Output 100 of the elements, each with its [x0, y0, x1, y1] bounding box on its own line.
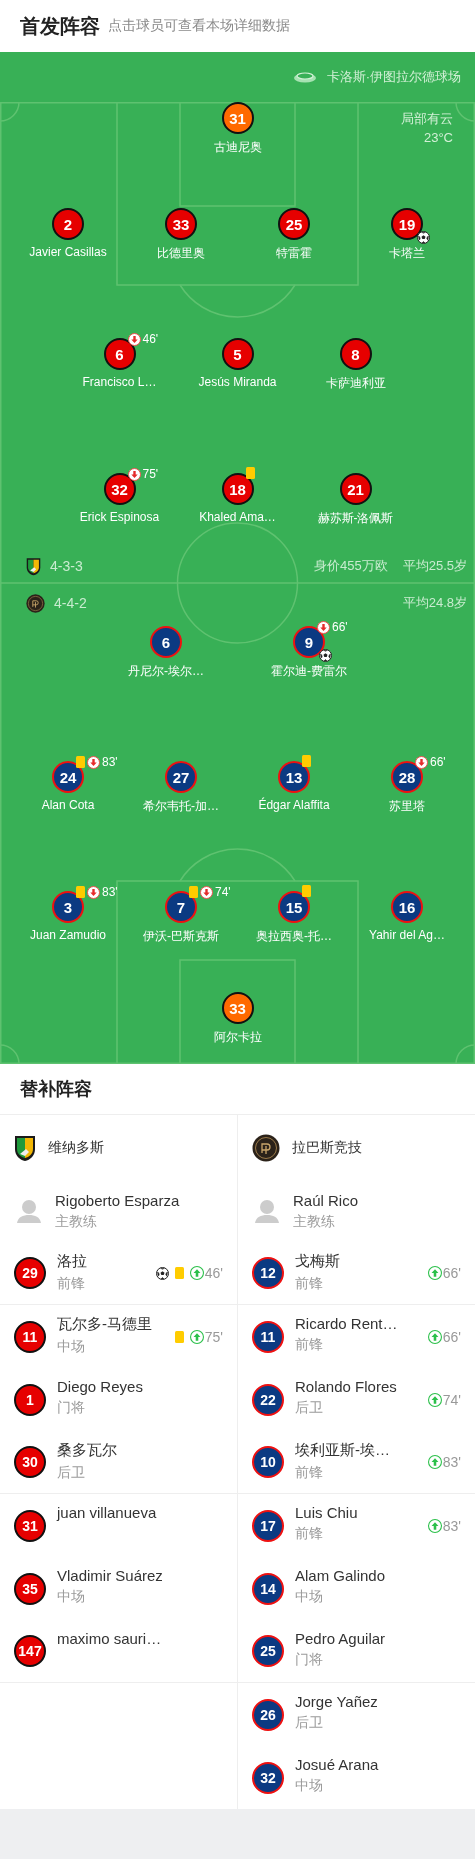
player-number[interactable]: 14 [252, 1572, 284, 1605]
player-name[interactable]: Josué Arana [295, 1756, 379, 1773]
player-number[interactable]: 9 [293, 626, 325, 658]
weather-condition: 局部有云 [401, 110, 453, 128]
substitution-minute: 66' [442, 1265, 461, 1281]
player-name[interactable]: Jesús Miranda [198, 375, 277, 389]
player-number[interactable]: 147 [14, 1635, 46, 1667]
player-number[interactable]: 7 [165, 891, 197, 923]
player-number[interactable]: 11 [252, 1320, 284, 1353]
player-number[interactable]: 29 [14, 1257, 46, 1289]
player-number[interactable]: 26 [252, 1698, 284, 1731]
player-name[interactable]: 希尔韦托-加… [143, 798, 219, 815]
player-name[interactable]: 丹尼尔-埃尔… [128, 663, 204, 680]
player-number[interactable]: 33 [165, 208, 197, 240]
player-number[interactable]: 28 [391, 761, 423, 793]
player-number[interactable]: 35 [14, 1572, 46, 1605]
player-number[interactable]: 27 [165, 761, 197, 793]
player-number[interactable]: 22 [252, 1383, 284, 1416]
player-number[interactable]: 17 [252, 1509, 284, 1542]
player-name[interactable]: 苏里塔 [389, 798, 425, 815]
player-number[interactable]: 15 [278, 891, 310, 923]
booking-card-icon [189, 886, 198, 898]
section-title: 首发阵容 [20, 13, 100, 39]
player-name[interactable]: 戈梅斯 [295, 1252, 340, 1271]
player-number[interactable]: 5 [221, 338, 254, 370]
player-number[interactable]: 33 [221, 992, 254, 1024]
substitution-out-icon [87, 755, 100, 769]
player-name[interactable]: 赫苏斯-洛佩斯 [317, 510, 394, 527]
substitution-in-icon [427, 1329, 442, 1344]
player-number[interactable]: 2 [52, 208, 84, 240]
player-number[interactable]: 30 [14, 1446, 46, 1478]
player-position: 后卫 [57, 1464, 86, 1482]
player-name[interactable]: 瓦尔多-马德里 [57, 1315, 152, 1334]
player-number[interactable]: 12 [252, 1257, 284, 1289]
substitution-out-icon [317, 620, 330, 634]
player-number[interactable]: 25 [278, 208, 310, 240]
player-name[interactable]: 比德里奥 [157, 245, 205, 262]
substitution-minute: 74' [215, 885, 231, 899]
player-name[interactable]: Alam Galindo [295, 1567, 386, 1584]
player-number[interactable]: 10 [252, 1446, 284, 1478]
player-name[interactable]: 伊沃-巴斯克斯 [143, 928, 219, 945]
player-name[interactable]: maximo sauri… [57, 1630, 162, 1647]
substitution-in-icon [427, 1392, 442, 1407]
player-name[interactable]: Juan Zamudio [29, 928, 106, 942]
player-number[interactable]: 13 [278, 761, 310, 793]
player-number[interactable]: 11 [14, 1320, 46, 1353]
player-name[interactable]: 奥拉西奥-托… [256, 928, 332, 945]
player-name[interactable]: 洛拉 [57, 1252, 87, 1271]
player-number[interactable]: 3 [52, 891, 84, 923]
booking-card-icon [76, 886, 85, 898]
player-name[interactable]: 卡萨迪利亚 [325, 375, 386, 392]
player-name[interactable]: Khaled Ama… [199, 510, 276, 524]
player-name[interactable]: juan villanueva [57, 1504, 157, 1521]
player-number[interactable]: 21 [339, 473, 372, 505]
player-name[interactable]: Jorge Yañez [295, 1693, 378, 1710]
player-name[interactable]: Vladimir Suárez [57, 1567, 163, 1584]
player-name[interactable]: Édgar Alaffita [258, 798, 330, 812]
player-name[interactable]: Javier Casillas [29, 245, 107, 259]
player-name[interactable]: Rolando Flores [295, 1378, 397, 1395]
player-name[interactable]: Francisco L… [82, 375, 157, 389]
substitution-in-icon [427, 1518, 442, 1533]
ball-icon [417, 231, 430, 244]
player-name[interactable]: Luis Chiu [295, 1504, 358, 1521]
player-name[interactable]: 霍尔迪-费雷尔 [271, 663, 347, 680]
player-position: 前锋 [295, 1464, 324, 1482]
player-number[interactable]: 16 [391, 891, 423, 923]
player-number[interactable]: 18 [221, 473, 254, 505]
player-number[interactable]: 32 [103, 473, 136, 505]
market-value: 身价455万欧 [314, 557, 388, 575]
player-name[interactable]: 古迪尼奥 [213, 139, 262, 156]
player-position: 前锋 [295, 1336, 324, 1354]
player-number[interactable]: 1 [14, 1383, 46, 1416]
player-name[interactable]: 阿尔卡拉 [213, 1029, 262, 1046]
player-name[interactable]: Erick Espinosa [79, 510, 160, 524]
stadium-icon [292, 71, 317, 83]
player-name[interactable]: 埃利亚斯-埃… [295, 1441, 390, 1460]
booking-card-icon [302, 755, 311, 767]
average-age: 平均25.5岁 [402, 557, 467, 575]
coach-name: Raúl Rico [293, 1191, 359, 1209]
player-number[interactable]: 6 [103, 338, 136, 370]
team-name: 维纳多斯 [48, 1138, 104, 1157]
substitution-minute: 83' [102, 755, 118, 769]
player-number[interactable]: 31 [14, 1509, 46, 1542]
player-name[interactable]: Pedro Aguilar [295, 1630, 386, 1647]
booking-card-icon [174, 1267, 184, 1279]
player-name[interactable]: 卡塔兰 [389, 245, 425, 262]
player-number[interactable]: 8 [339, 338, 372, 370]
player-name[interactable]: Diego Reyes [57, 1378, 143, 1395]
player-name[interactable]: Ricardo Rent… [295, 1315, 398, 1332]
substitution-out-icon [200, 885, 213, 899]
player-number[interactable]: 32 [252, 1761, 284, 1794]
player-name[interactable]: 桑多瓦尔 [57, 1441, 117, 1460]
player-name[interactable]: Alan Cota [41, 798, 95, 812]
player-number[interactable]: 6 [150, 626, 182, 658]
player-number[interactable]: 25 [252, 1635, 284, 1667]
player-number[interactable]: 31 [221, 102, 254, 134]
player-number[interactable]: 19 [391, 208, 423, 240]
player-name[interactable]: 特雷霍 [276, 245, 312, 262]
player-number[interactable]: 24 [52, 761, 84, 793]
player-name[interactable]: Yahir del Ag… [369, 928, 445, 942]
